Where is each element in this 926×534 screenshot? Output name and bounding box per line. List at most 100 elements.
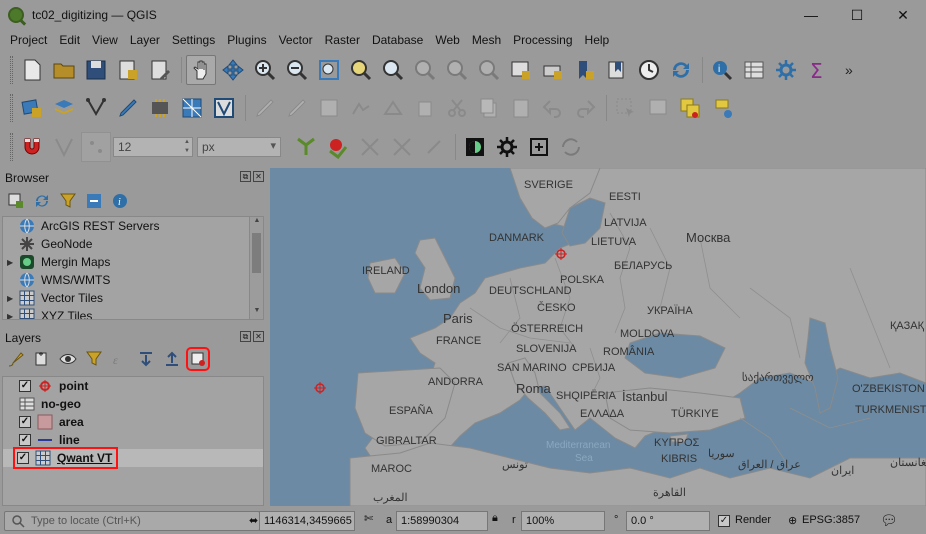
- zoom-out-button[interactable]: [282, 55, 312, 85]
- locator-search[interactable]: Type to locate (Ctrl+K): [4, 511, 260, 531]
- paste-features-button[interactable]: [506, 93, 536, 123]
- menu-layer[interactable]: Layer: [124, 33, 166, 47]
- add-vector-tile-button[interactable]: [209, 93, 239, 123]
- snap-self-button[interactable]: [355, 132, 385, 162]
- browser-scrollbar[interactable]: ▲ ▼: [249, 217, 263, 319]
- manage-themes-button[interactable]: [58, 349, 78, 369]
- zoom-to-selection-button[interactable]: [346, 55, 376, 85]
- select-by-location-button[interactable]: [675, 93, 705, 123]
- layer-visibility-checkbox[interactable]: ✓: [19, 416, 31, 428]
- add-selected-layers-button[interactable]: [6, 191, 26, 211]
- redo-button[interactable]: [570, 93, 600, 123]
- menu-project[interactable]: Project: [4, 33, 53, 47]
- close-panel-button[interactable]: ✕: [253, 171, 264, 182]
- undock-button[interactable]: ⧉: [240, 331, 251, 342]
- layer-item-point[interactable]: ✓ point: [3, 377, 263, 395]
- remove-layer-button[interactable]: [186, 347, 210, 371]
- scroll-up-icon[interactable]: ▲: [250, 217, 263, 229]
- layer-item-no-geo[interactable]: no-geo: [3, 395, 263, 413]
- layer-item-area[interactable]: ✓ area: [3, 413, 263, 431]
- browser-item-arcgis[interactable]: ArcGIS REST Servers: [3, 217, 263, 235]
- undo-button[interactable]: [538, 93, 568, 123]
- magnifier-field[interactable]: 100%: [521, 511, 605, 531]
- minimize-button[interactable]: —: [788, 0, 834, 30]
- zoom-full-button[interactable]: [314, 55, 344, 85]
- filter-browser-button[interactable]: [58, 191, 78, 211]
- expand-all-button[interactable]: [136, 349, 156, 369]
- layer-visibility-checkbox[interactable]: ✓: [17, 452, 29, 464]
- toggle-extents-icon[interactable]: ✄: [364, 512, 373, 525]
- add-button[interactable]: [524, 132, 554, 162]
- snapping-mode-button[interactable]: [49, 132, 79, 162]
- coordinate-field[interactable]: 1146314,3459665: [259, 511, 355, 531]
- layer-visibility-checkbox[interactable]: ✓: [19, 434, 31, 446]
- browser-item-mergin[interactable]: ▶ Mergin Maps: [3, 253, 263, 271]
- crs-button[interactable]: EPSG:3857: [802, 514, 860, 526]
- digitize-button[interactable]: [113, 93, 143, 123]
- filter-expression-button[interactable]: ε: [110, 349, 130, 369]
- filter-legend-button[interactable]: [84, 349, 104, 369]
- expand-arrow-icon[interactable]: ▶: [7, 294, 17, 303]
- maximize-button[interactable]: ☐: [834, 0, 880, 30]
- select-features-button[interactable]: [611, 93, 641, 123]
- rotation-field[interactable]: 0.0 °: [626, 511, 710, 531]
- map-point-marker[interactable]: [314, 382, 326, 394]
- menu-help[interactable]: Help: [579, 33, 616, 47]
- snapping-unit-dropdown[interactable]: px: [197, 137, 281, 157]
- layout-manager-button[interactable]: [145, 55, 175, 85]
- layer-visibility-checkbox[interactable]: ✓: [19, 380, 31, 392]
- bookmark-button[interactable]: [538, 55, 568, 85]
- zoom-to-layer-button[interactable]: [378, 55, 408, 85]
- refresh-browser-button[interactable]: [32, 191, 52, 211]
- snap-intersection-button[interactable]: [323, 132, 353, 162]
- menu-edit[interactable]: Edit: [53, 33, 86, 47]
- new-project-button[interactable]: [17, 55, 47, 85]
- expand-arrow-icon[interactable]: ▶: [7, 258, 17, 267]
- menu-processing[interactable]: Processing: [507, 33, 578, 47]
- scale-field[interactable]: 1:58990304: [396, 511, 488, 531]
- menu-mesh[interactable]: Mesh: [466, 33, 507, 47]
- add-layer-button[interactable]: [49, 93, 79, 123]
- topological-editing-button[interactable]: [291, 132, 321, 162]
- toolbar-grip[interactable]: [10, 94, 13, 122]
- zoom-native-button[interactable]: [410, 55, 440, 85]
- menu-web[interactable]: Web: [429, 33, 465, 47]
- save-edits-button[interactable]: [314, 93, 344, 123]
- toggle-editing-button[interactable]: [250, 93, 280, 123]
- close-panel-button[interactable]: ✕: [253, 331, 264, 342]
- snapping-type-button[interactable]: [81, 132, 111, 162]
- theme-toggle-button[interactable]: [460, 132, 490, 162]
- vertex-tool-button[interactable]: [378, 93, 408, 123]
- style-layer-button[interactable]: [6, 349, 26, 369]
- processing-toolbox-button[interactable]: [771, 55, 801, 85]
- map-canvas[interactable]: SVERIGE EESTI LATVIJA LIETUVA DANMARK Мо…: [270, 168, 926, 506]
- layer-item-line[interactable]: ✓ line: [3, 431, 263, 449]
- reload-button[interactable]: [556, 132, 586, 162]
- toolbar-overflow-button[interactable]: »: [845, 62, 853, 78]
- menu-view[interactable]: View: [86, 33, 124, 47]
- zoom-next-button[interactable]: [474, 55, 504, 85]
- deselect-button[interactable]: [643, 93, 673, 123]
- lock-scale-icon[interactable]: 🔒︎: [492, 512, 498, 525]
- properties-button[interactable]: i: [110, 191, 130, 211]
- copy-features-button[interactable]: [474, 93, 504, 123]
- attribute-table-button[interactable]: [739, 55, 769, 85]
- save-project-button[interactable]: [81, 55, 111, 85]
- add-feature-button[interactable]: [346, 93, 376, 123]
- collapse-all-button[interactable]: [84, 191, 104, 211]
- add-group-button[interactable]: [32, 349, 52, 369]
- statistics-button[interactable]: Σ: [803, 55, 833, 85]
- pan-map-button[interactable]: [186, 55, 216, 85]
- identify-features-button[interactable]: i: [707, 55, 737, 85]
- label-tool-button[interactable]: [707, 93, 737, 123]
- show-bookmarks-button[interactable]: [602, 55, 632, 85]
- browser-item-geonode[interactable]: GeoNode: [3, 235, 263, 253]
- messages-icon[interactable]: 💬︎: [880, 512, 898, 529]
- collapse-all-button[interactable]: [162, 349, 182, 369]
- menu-plugins[interactable]: Plugins: [221, 33, 272, 47]
- snapping-toggle-button[interactable]: [17, 132, 47, 162]
- menu-vector[interactable]: Vector: [273, 33, 319, 47]
- render-checkbox[interactable]: ✓: [718, 515, 730, 527]
- new-print-layout-button[interactable]: [113, 55, 143, 85]
- plugin-settings-button[interactable]: [492, 132, 522, 162]
